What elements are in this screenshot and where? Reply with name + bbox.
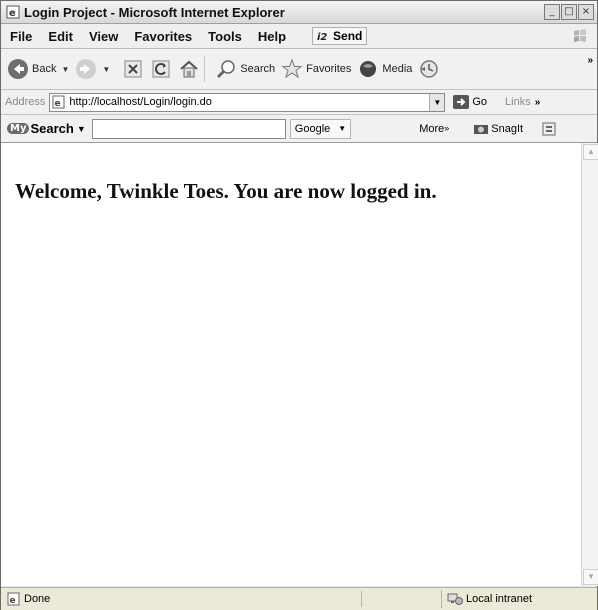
toolbar-options-icon[interactable] xyxy=(541,121,557,137)
windows-flag-icon xyxy=(574,29,586,42)
minimize-button[interactable]: _ xyxy=(544,4,560,20)
menu-view[interactable]: View xyxy=(81,29,126,44)
zone-label: Local intranet xyxy=(466,593,533,605)
address-input[interactable]: e http://localhost/Login/login.do ▼ xyxy=(49,92,446,112)
media-label: Media xyxy=(382,63,413,75)
media-icon xyxy=(360,61,377,77)
ie-page-icon: e xyxy=(6,5,20,19)
svg-text:e: e xyxy=(55,99,61,109)
go-label: Go xyxy=(472,96,488,108)
links-label[interactable]: Links xyxy=(505,96,531,108)
svg-text:e: e xyxy=(9,8,16,19)
mysearch-dropdown-icon[interactable]: ▼ xyxy=(77,124,86,134)
menu-favorites[interactable]: Favorites xyxy=(126,29,200,44)
toolbar-separator xyxy=(204,56,206,82)
media-button[interactable]: Media xyxy=(357,58,412,80)
back-dropdown-icon[interactable]: ▼ xyxy=(61,65,69,74)
home-button[interactable] xyxy=(178,58,200,80)
camera-icon xyxy=(474,124,489,134)
search-input[interactable] xyxy=(91,118,286,139)
search-toolbar: My Search ▼ Google ▼ More» SnagIt xyxy=(1,115,597,143)
i2-send-button[interactable]: i2 Send xyxy=(312,27,368,45)
back-label: Back xyxy=(32,63,57,75)
address-dropdown-icon[interactable]: ▼ xyxy=(429,93,445,111)
menu-help[interactable]: Help xyxy=(250,29,294,44)
mysearch-logo: My xyxy=(7,123,30,134)
menu-bar: File Edit View Favorites Tools Help i2 S… xyxy=(1,24,597,49)
more-button[interactable]: More» xyxy=(419,123,449,135)
scroll-down-button[interactable]: ▼ xyxy=(583,569,598,585)
search-magnifier-icon xyxy=(217,60,236,79)
browser-window: e Login Project - Microsoft Internet Exp… xyxy=(0,0,598,610)
security-zone: Local intranet xyxy=(441,590,567,608)
status-divider xyxy=(361,591,362,607)
stop-icon xyxy=(124,60,142,78)
address-url: http://localhost/Login/login.do xyxy=(69,96,212,108)
toolbar-overflow-icon[interactable]: » xyxy=(587,55,593,66)
send-label: Send xyxy=(333,29,363,43)
welcome-message: Welcome, Twinkle Toes. You are now logge… xyxy=(15,179,437,203)
address-bar: Address e http://localhost/Login/login.d… xyxy=(1,90,597,115)
forward-dropdown-icon[interactable]: ▼ xyxy=(102,65,110,74)
mysearch-label: Search xyxy=(30,121,74,136)
svg-text:e: e xyxy=(10,596,16,606)
address-label: Address xyxy=(5,96,46,108)
window-title: Login Project - Microsoft Internet Explo… xyxy=(24,4,285,20)
history-button[interactable] xyxy=(418,58,440,80)
mysearch-button[interactable]: My Search ▼ xyxy=(7,121,86,136)
menu-edit[interactable]: Edit xyxy=(40,29,81,44)
page-content: Welcome, Twinkle Toes. You are now logge… xyxy=(1,143,581,586)
forward-button[interactable]: ▼ xyxy=(75,58,110,80)
local-intranet-icon xyxy=(447,593,463,605)
snagit-button[interactable]: SnagIt xyxy=(473,123,523,135)
forward-arrow-icon xyxy=(76,59,97,79)
menu-tools[interactable]: Tools xyxy=(200,29,250,44)
engine-dropdown-icon: ▼ xyxy=(338,124,347,133)
go-arrow-icon xyxy=(453,95,470,109)
links-overflow-icon[interactable]: » xyxy=(535,97,541,108)
scroll-up-button[interactable]: ▲ xyxy=(583,144,598,160)
search-engine-select[interactable]: Google ▼ xyxy=(289,118,352,139)
search-button[interactable]: Search xyxy=(215,58,275,80)
ie-page-icon: e xyxy=(52,95,65,109)
status-bar: e Done Local intranet xyxy=(1,587,597,610)
ie-page-icon: e xyxy=(7,592,20,606)
favorites-star-icon xyxy=(281,58,303,79)
svg-text:i2: i2 xyxy=(317,32,327,42)
close-button[interactable]: × xyxy=(578,4,594,20)
back-button[interactable]: Back ▼ xyxy=(7,58,69,80)
more-label: More xyxy=(419,122,445,135)
snagit-label: SnagIt xyxy=(491,122,524,135)
title-bar: e Login Project - Microsoft Internet Exp… xyxy=(1,1,597,24)
maximize-button[interactable]: □ xyxy=(561,4,577,20)
refresh-icon xyxy=(152,60,170,78)
status-text: Done xyxy=(24,593,51,605)
window-controls: _ □ × xyxy=(544,4,594,20)
vertical-scrollbar[interactable]: ▲ ▼ xyxy=(581,143,598,586)
favorites-label: Favorites xyxy=(306,63,352,75)
search-label: Search xyxy=(240,63,276,75)
stop-button[interactable] xyxy=(122,58,144,80)
history-icon xyxy=(420,60,439,78)
go-button[interactable]: Go xyxy=(453,95,487,109)
refresh-button[interactable] xyxy=(150,58,172,80)
more-chevron-icon: » xyxy=(444,122,450,133)
home-icon xyxy=(180,60,198,78)
menu-file[interactable]: File xyxy=(1,29,40,44)
search-engine-label: Google xyxy=(294,122,331,135)
back-arrow-icon xyxy=(8,59,28,79)
favorites-button[interactable]: Favorites xyxy=(281,58,351,80)
standard-toolbar: Back ▼ ▼ Search Favorites Media » xyxy=(1,49,597,90)
i2-logo-icon: i2 xyxy=(317,32,327,42)
